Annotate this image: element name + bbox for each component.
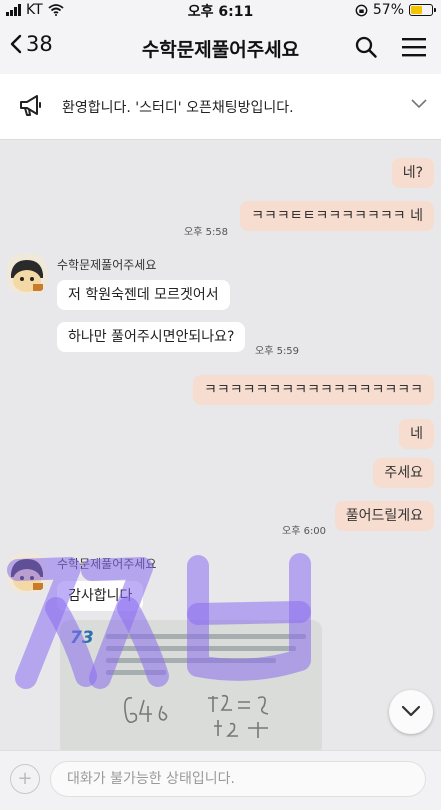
rotation-lock-icon xyxy=(355,4,368,16)
message-time: 오후 5:59 xyxy=(255,346,300,357)
battery-icon xyxy=(409,4,436,16)
chevron-down-icon[interactable] xyxy=(411,99,427,109)
chat-area[interactable]: 네? ㅋㅋㅋㅌㅌㅋㅋㅋㅋㅋㅋㅋ 네 오후 5:58 수학문제풀어주세요 저 학원… xyxy=(0,140,441,756)
battery-percent: 57% xyxy=(372,2,404,18)
message-bubble[interactable]: 네? xyxy=(391,158,434,188)
profile-character-icon xyxy=(7,553,47,593)
scroll-down-button[interactable] xyxy=(389,690,433,734)
message-bubble[interactable]: 감사합니다 xyxy=(57,581,144,611)
message-bubble[interactable]: 풀어드릴게요 xyxy=(334,501,434,531)
message-input: 대화가 불가능한 상태입니다. xyxy=(50,761,426,797)
avatar[interactable] xyxy=(7,254,47,294)
avatar[interactable] xyxy=(7,553,47,593)
notice-banner[interactable]: 환영합니다. '스터디' 오픈채팅방입니다. xyxy=(0,74,441,140)
message-bubble[interactable]: ㅋㅋㅋㅋㅋㅋㅋㅋㅋㅋㅋㅋㅋㅋㅋㅋㅋ xyxy=(193,375,434,405)
megaphone-icon xyxy=(20,95,41,116)
attach-icon xyxy=(10,764,40,794)
problem-number: 73 xyxy=(70,628,94,648)
message-bubble[interactable]: ㅋㅋㅋㅌㅌㅋㅋㅋㅋㅋㅋㅋ 네 xyxy=(240,201,434,231)
notice-text: 환영합니다. '스터디' 오픈채팅방입니다. xyxy=(62,100,294,116)
profile-character-icon xyxy=(7,254,47,294)
photo-message[interactable]: 73 xyxy=(60,620,322,756)
message-bubble[interactable]: 하나만 풀어주시면안되나요? xyxy=(57,322,246,352)
status-bar: KT 오후 6:11 57% xyxy=(0,0,441,22)
handwriting-image xyxy=(124,694,269,738)
message-time: 오후 5:58 xyxy=(184,227,229,238)
chat-header: 38 수학문제풀어주세요 xyxy=(0,22,441,74)
sender-name: 수학문제풀어주세요 xyxy=(57,557,157,571)
message-bubble[interactable]: 네 xyxy=(399,419,434,449)
message-bubble[interactable]: 저 학원숙젠데 모르겟어서 xyxy=(57,280,230,310)
chevron-down-icon xyxy=(401,705,421,717)
message-time: 오후 6:00 xyxy=(282,526,327,537)
sender-name: 수학문제풀어주세요 xyxy=(57,258,157,272)
input-bar: 대화가 불가능한 상태입니다. xyxy=(0,750,441,810)
menu-icon[interactable] xyxy=(401,35,427,59)
message-bubble[interactable]: 주세요 xyxy=(373,458,434,488)
status-right: 57% xyxy=(355,2,436,18)
search-icon[interactable] xyxy=(354,35,378,59)
